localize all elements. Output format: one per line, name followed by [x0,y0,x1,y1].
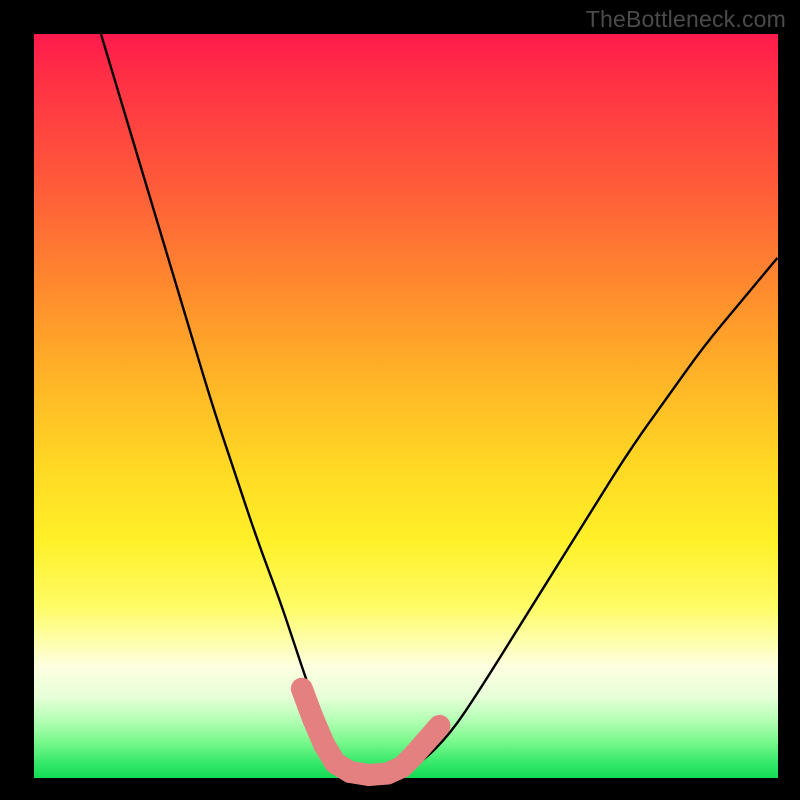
marker-point [430,717,448,735]
marker-point [293,680,311,698]
marker-point [313,734,335,756]
chart-frame: TheBottleneck.com [0,0,800,800]
bottleneck-curve [101,34,778,778]
marker-point [302,707,324,729]
marker-point [339,761,361,783]
watermark-text: TheBottleneck.com [586,6,786,33]
marker-point [402,745,424,767]
chart-svg [34,34,778,778]
plot-area [34,34,778,778]
curve-path-group [101,34,778,778]
marker-group [293,680,449,786]
marker-point [358,764,380,786]
